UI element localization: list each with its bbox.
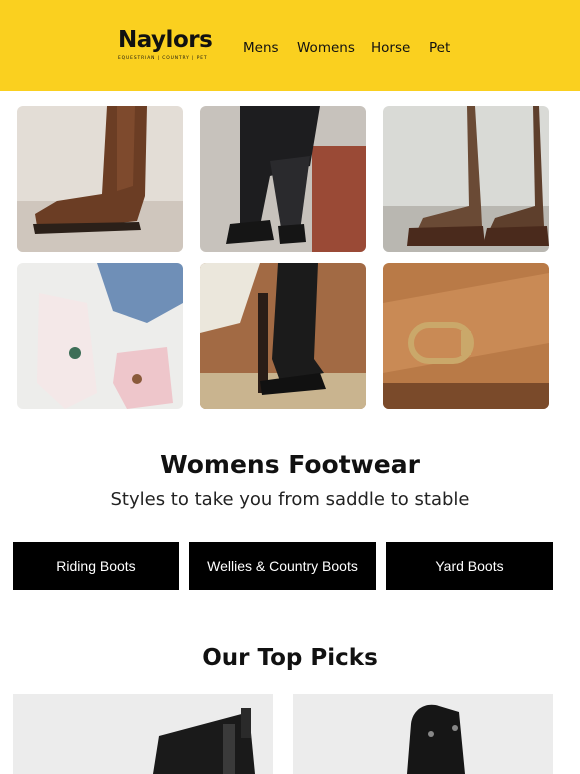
riding-boots-button[interactable]: Riding Boots [13, 542, 179, 590]
top-picks-title: Our Top Picks [202, 645, 378, 671]
logo-tagline: EQUESTRIAN | COUNTRY | PET [118, 56, 208, 61]
naylors-logo[interactable]: Naylors EQUESTRIAN | COUNTRY | PET [118, 26, 213, 61]
nav-link-mens[interactable]: Mens [243, 40, 279, 56]
nav-link-pet[interactable]: Pet [429, 40, 450, 56]
product-card-jodhpur-boot[interactable] [13, 694, 273, 774]
gallery-image-buckle-strap[interactable] [383, 263, 549, 409]
product-card-leather-chap[interactable] [293, 694, 553, 774]
gallery-image-riding-boot-stirrup[interactable] [200, 263, 366, 409]
site-header: Naylors EQUESTRIAN | COUNTRY | PET Mens … [0, 0, 580, 91]
section-title: Womens Footwear [160, 450, 420, 479]
gallery-image-riding-trainers[interactable] [200, 106, 366, 252]
gallery-image-country-boots[interactable] [17, 106, 183, 252]
gallery-image-suede-gaiters[interactable] [383, 106, 549, 252]
logo-wordmark: Naylors [118, 27, 213, 53]
gallery-image-pink-trainers[interactable] [17, 263, 183, 409]
yard-boots-button[interactable]: Yard Boots [386, 542, 553, 590]
nav-link-womens[interactable]: Womens [297, 40, 355, 56]
wellies-country-boots-button[interactable]: Wellies & Country Boots [189, 542, 376, 590]
nav-link-horse[interactable]: Horse [371, 40, 410, 56]
section-subtitle: Styles to take you from saddle to stable [110, 489, 470, 510]
